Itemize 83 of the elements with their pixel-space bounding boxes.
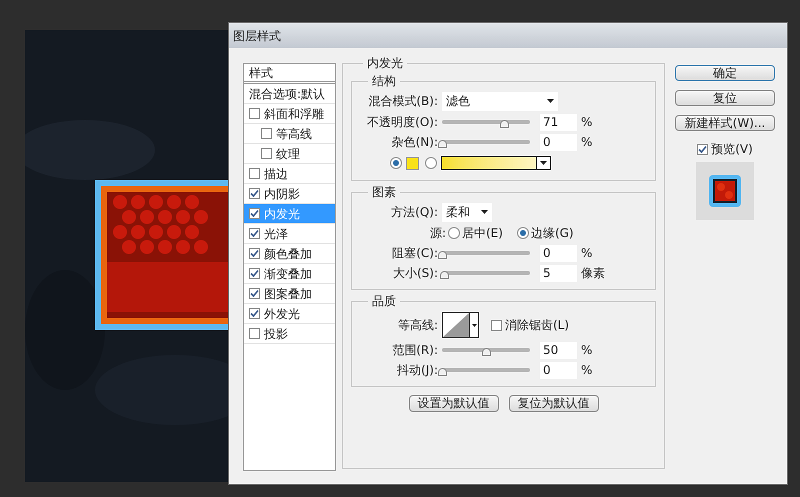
checkbox[interactable] <box>249 188 260 199</box>
unit-label: % <box>581 245 592 262</box>
contour-curve-icon <box>443 313 469 337</box>
checkbox[interactable] <box>249 288 260 299</box>
field-label: 不透明度(O): <box>366 114 438 131</box>
radio-button[interactable] <box>516 227 529 239</box>
color-swatch[interactable] <box>406 156 419 170</box>
unit-label: % <box>581 114 592 131</box>
group-title: 图素 <box>371 184 397 201</box>
style-list-item[interactable]: 纹理 <box>244 144 335 164</box>
number-field[interactable]: 0 <box>540 362 577 378</box>
number-field[interactable]: 5 <box>540 264 577 282</box>
radio-label[interactable]: 边缘(G) <box>530 224 574 242</box>
gradient-picker[interactable] <box>441 156 551 170</box>
style-list-item[interactable]: 投影 <box>244 324 335 344</box>
radio-button[interactable] <box>390 157 402 169</box>
style-list-item[interactable]: 颜色叠加 <box>244 244 335 264</box>
slider-thumb[interactable] <box>440 271 449 279</box>
checkbox[interactable] <box>261 148 272 159</box>
checkbox[interactable] <box>249 228 260 239</box>
field-label: 大小(S): <box>392 265 438 282</box>
style-list-item[interactable]: 外发光 <box>244 304 335 324</box>
slider-thumb[interactable] <box>438 140 447 148</box>
field-label: 阻塞(C): <box>391 245 438 262</box>
checkbox[interactable] <box>249 268 260 279</box>
style-list-item[interactable]: 等高线 <box>244 124 335 144</box>
default-value-button[interactable]: 复位为默认值 <box>508 395 598 412</box>
checkbox[interactable] <box>249 248 260 259</box>
number-field[interactable]: 0 <box>540 134 577 150</box>
square-swatch-icon <box>708 174 742 208</box>
number-field[interactable]: 71 <box>540 114 577 130</box>
caret-icon <box>540 161 547 165</box>
field-label: 方法(Q): <box>390 204 438 221</box>
radio-button[interactable] <box>425 157 437 169</box>
slider-thumb[interactable] <box>438 368 447 376</box>
style-list-item[interactable]: 图案叠加 <box>244 284 335 304</box>
checkbox[interactable] <box>697 144 708 154</box>
group-title: 品质 <box>371 293 397 310</box>
radio-button[interactable] <box>448 227 460 239</box>
field-label: 混合模式(B): <box>367 93 438 110</box>
style-list-item[interactable]: 斜面和浮雕 <box>244 104 335 124</box>
group-title: 结构 <box>371 73 397 90</box>
unit-label: 像素 <box>581 265 605 282</box>
contour-picker[interactable] <box>442 312 479 338</box>
field-label: 抖动(J): <box>396 362 438 379</box>
unit-label: % <box>581 362 592 379</box>
dialog-button[interactable]: 确定 <box>675 65 775 81</box>
checkbox[interactable] <box>249 308 260 319</box>
field-label: 源: <box>428 225 446 242</box>
slider-thumb[interactable] <box>482 348 491 356</box>
style-list-item[interactable]: 混合选项:默认 <box>244 84 335 104</box>
caret-icon <box>481 210 488 214</box>
checkbox[interactable] <box>249 168 260 179</box>
list-header: 样式 <box>244 64 335 84</box>
style-list-item[interactable]: 光泽 <box>244 224 335 244</box>
caret-icon <box>547 99 554 103</box>
dialog-button[interactable]: 复位 <box>675 90 775 106</box>
field-label: 范围(R): <box>391 342 438 359</box>
style-list-item[interactable]: 渐变叠加 <box>244 264 335 284</box>
checkbox[interactable] <box>249 328 260 339</box>
checkbox[interactable] <box>249 208 260 219</box>
dialog-button[interactable]: 新建样式(W)... <box>675 115 775 131</box>
field-label: 杂色(N): <box>390 134 438 151</box>
group-title: 内发光 <box>366 55 404 72</box>
style-list-item[interactable]: 描边 <box>244 164 335 184</box>
slider-thumb[interactable] <box>438 251 447 259</box>
checkbox[interactable] <box>249 108 260 119</box>
checkbox-label[interactable]: 消除锯齿(L) <box>505 316 570 334</box>
slider-thumb[interactable] <box>500 120 510 128</box>
default-value-button[interactable]: 设置为默认值 <box>408 395 498 412</box>
checkbox[interactable] <box>261 128 272 139</box>
unit-label: % <box>581 342 592 359</box>
dropdown[interactable]: 滤色 <box>442 92 558 110</box>
checkbox[interactable] <box>491 320 502 330</box>
caret-icon <box>472 324 476 326</box>
dropdown[interactable]: 柔和 <box>442 202 492 222</box>
checkbox-label[interactable]: 预览(V) <box>711 140 753 158</box>
radio-label[interactable]: 居中(E) <box>462 224 503 242</box>
field-label: 等高线: <box>396 317 438 334</box>
number-field[interactable]: 50 <box>540 342 577 358</box>
unit-label: % <box>581 134 592 151</box>
window-title: 图层样式 <box>233 28 281 44</box>
number-field[interactable]: 0 <box>540 244 577 262</box>
